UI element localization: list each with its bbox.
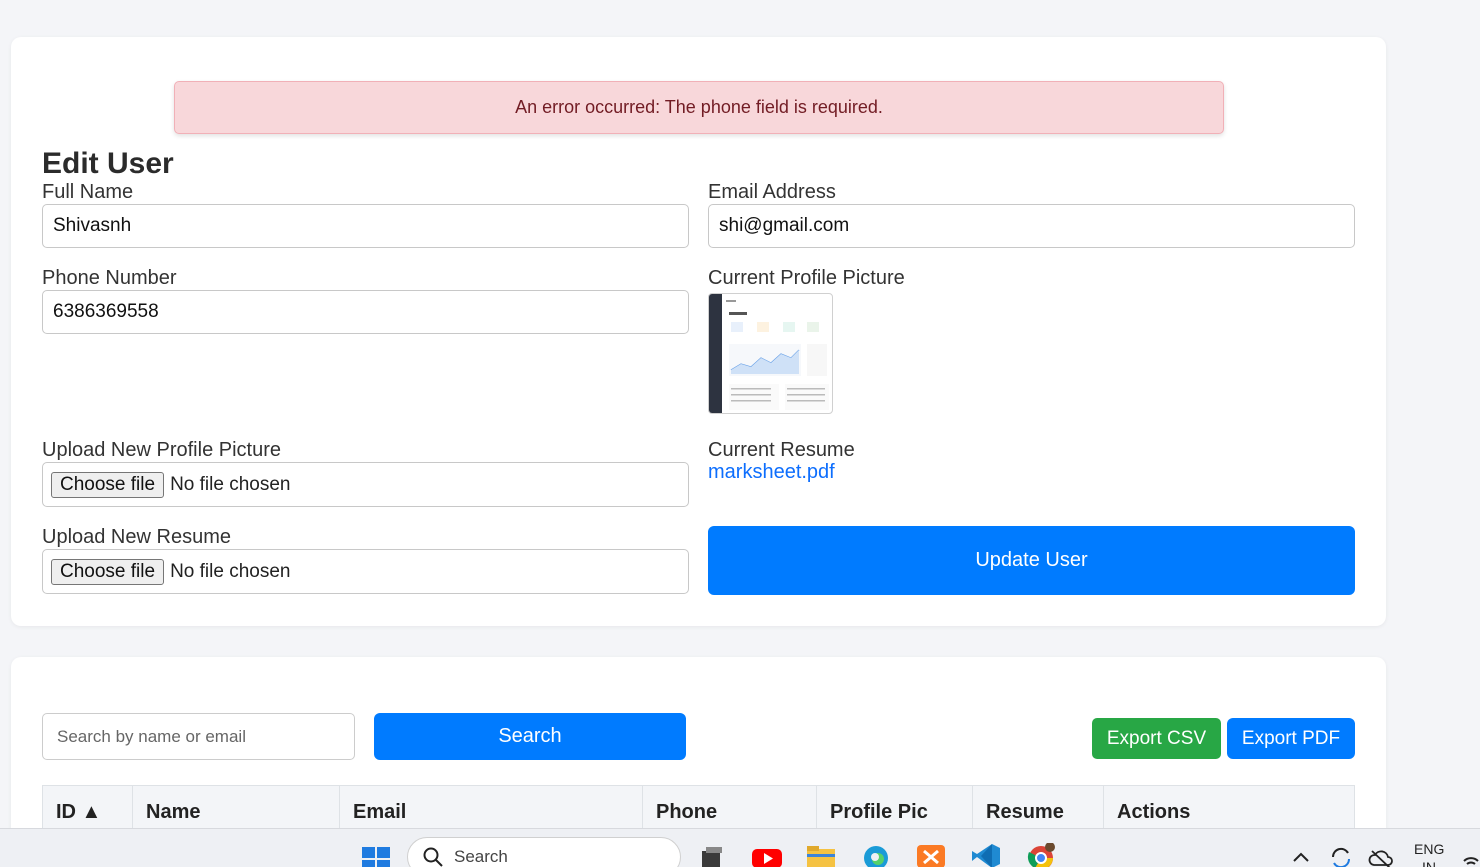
current-profile-picture	[708, 293, 833, 414]
chevron-up-icon[interactable]	[1290, 843, 1312, 867]
xampp-icon[interactable]	[916, 843, 946, 867]
taskbar: Search ENG IN	[0, 828, 1480, 867]
upload-resume-label: Upload New Resume	[42, 526, 231, 548]
edge-browser-icon[interactable]	[861, 843, 891, 867]
choose-file-button[interactable]: Choose file	[51, 471, 165, 498]
taskbar-search-text: Search	[454, 847, 508, 866]
resume-file-input[interactable]: Choose file No file chosen	[42, 549, 689, 594]
cloud-offline-icon[interactable]	[1368, 843, 1394, 867]
language-indicator[interactable]: ENG	[1414, 841, 1444, 857]
resume-link[interactable]: marksheet.pdf	[708, 461, 835, 484]
current-profile-picture-label: Current Profile Picture	[708, 267, 905, 289]
no-file-text: No file chosen	[170, 473, 291, 495]
vscode-icon[interactable]	[971, 843, 1001, 867]
task-view-icon[interactable]	[696, 843, 726, 867]
taskbar-search-box[interactable]: Search	[407, 837, 681, 867]
error-alert: An error occurred: The phone field is re…	[174, 81, 1224, 134]
update-user-button[interactable]: Update User	[708, 526, 1355, 595]
choose-file-button[interactable]: Choose file	[51, 558, 165, 585]
page-title: Edit User	[42, 147, 174, 180]
export-pdf-button[interactable]: Export PDF	[1227, 718, 1355, 759]
search-button[interactable]: Search	[374, 713, 686, 760]
search-icon	[422, 846, 444, 867]
full-name-label: Full Name	[42, 181, 134, 203]
sync-icon[interactable]	[1328, 843, 1354, 867]
email-label: Email Address	[708, 181, 836, 203]
upload-profile-picture-label: Upload New Profile Picture	[42, 439, 281, 461]
file-explorer-icon[interactable]	[806, 843, 836, 867]
no-file-text: No file chosen	[170, 560, 291, 582]
users-table-card: Search by name or email Search Export CS…	[11, 657, 1386, 857]
edit-user-card: An error occurred: The phone field is re…	[11, 37, 1386, 626]
export-csv-button[interactable]: Export CSV	[1092, 718, 1221, 759]
full-name-input[interactable]: Shivasnh	[42, 204, 689, 248]
youtube-icon[interactable]	[752, 843, 782, 867]
windows-start-icon[interactable]	[361, 843, 391, 867]
phone-label: Phone Number	[42, 267, 177, 289]
wifi-icon[interactable]	[1462, 843, 1480, 867]
region-indicator[interactable]: IN	[1422, 859, 1436, 867]
email-input[interactable]: shi@gmail.com	[708, 204, 1355, 248]
phone-input[interactable]: 6386369558	[42, 290, 689, 334]
profile-picture-file-input[interactable]: Choose file No file chosen	[42, 462, 689, 507]
search-input[interactable]: Search by name or email	[42, 713, 355, 760]
current-resume-label: Current Resume	[708, 439, 855, 461]
chrome-icon[interactable]	[1026, 842, 1056, 867]
